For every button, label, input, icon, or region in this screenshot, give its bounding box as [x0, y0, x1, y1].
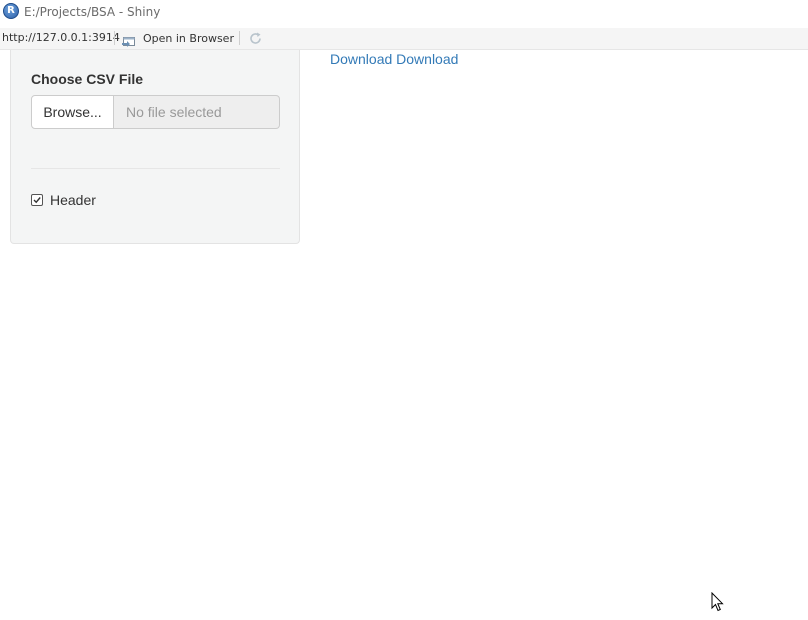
toolbar-separator [239, 31, 240, 45]
sidebar-panel: Choose CSV File Browse... No file select… [10, 50, 300, 244]
open-in-browser-icon [121, 33, 136, 47]
window-title: E:/Projects/BSA - Shiny [24, 5, 161, 19]
checkmark-icon [33, 197, 41, 204]
url-display: http://127.0.0.1:3914 [2, 31, 120, 44]
header-checkbox-row[interactable]: Header [31, 191, 96, 209]
header-checkbox[interactable] [31, 194, 43, 206]
header-checkbox-label: Header [50, 192, 96, 208]
file-name-field: No file selected [114, 95, 280, 129]
divider [31, 168, 280, 169]
viewer-toolbar: http://127.0.0.1:3914 Open in Browser [0, 28, 808, 50]
mouse-cursor-icon [711, 591, 725, 612]
app-icon-letter: R [7, 5, 15, 16]
toolbar-separator [114, 31, 115, 45]
refresh-icon[interactable] [248, 31, 263, 46]
file-input-group: Browse... No file selected [31, 95, 280, 129]
open-in-browser-button[interactable]: Open in Browser [121, 29, 234, 48]
rstudio-icon: R [3, 3, 19, 19]
download-link[interactable]: Download Download [330, 51, 458, 67]
file-input-label: Choose CSV File [31, 71, 144, 87]
browse-button[interactable]: Browse... [31, 95, 114, 129]
open-in-browser-label: Open in Browser [143, 32, 234, 45]
window-titlebar: R E:/Projects/BSA - Shiny [0, 0, 808, 28]
